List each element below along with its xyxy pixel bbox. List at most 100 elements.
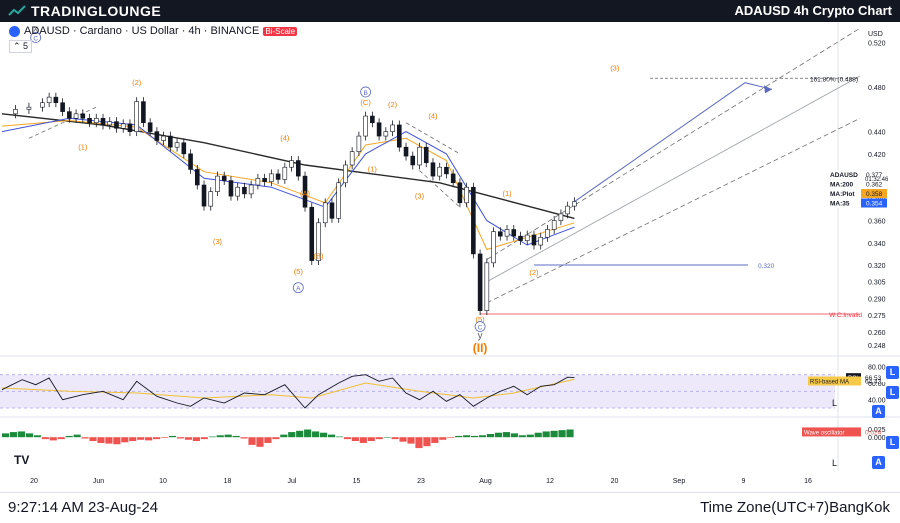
rsi-tick: 40.00	[868, 398, 886, 405]
indicator-count[interactable]: ⌃ 5	[9, 40, 33, 53]
price-tag-countdown: 01:32:46	[865, 177, 889, 183]
auto-scale-button-rsi[interactable]: A	[872, 405, 885, 418]
osc-bar	[105, 437, 113, 444]
x-tick: 16	[804, 478, 812, 485]
osc-bar	[494, 432, 503, 438]
candle-body	[295, 160, 301, 177]
candle-body	[410, 155, 416, 166]
candle-body	[390, 124, 395, 132]
price-tick: 0.290	[868, 296, 886, 303]
symbol-legend[interactable]: ADAUSD · Cardano · US Dollar · 4h · BINA…	[9, 25, 298, 37]
price-tag: MA:35 0.354	[828, 198, 887, 208]
osc-bar	[184, 437, 192, 440]
candle-body	[396, 124, 402, 148]
osc-bar	[391, 437, 399, 440]
price-tick: 0.320	[868, 263, 886, 270]
wave-label: (4)	[280, 134, 290, 143]
osc-bar	[486, 434, 495, 438]
candle-body	[262, 178, 267, 182]
candle-body	[437, 166, 443, 177]
osc-bar	[224, 434, 232, 438]
osc-bar	[288, 432, 296, 438]
candle-body	[484, 262, 490, 311]
price-tag-name: MA:200	[830, 182, 854, 189]
osc-bar	[89, 437, 97, 442]
candle-body	[498, 231, 503, 237]
bottom-banner: 9:27:14 AM 23-Aug-24 Time Zone(UTC+7)Ban…	[0, 492, 900, 523]
wave-label: (1)	[368, 165, 378, 174]
log-scale-button-price[interactable]: L	[886, 366, 899, 379]
price-tick: 0.480	[868, 85, 886, 92]
candle-body	[181, 142, 187, 155]
wave-label: (2)	[132, 78, 142, 87]
osc-bar	[558, 430, 566, 438]
osc-bar	[518, 435, 526, 438]
candle-body	[524, 234, 530, 241]
osc-bar	[81, 437, 89, 439]
osc-bar	[415, 437, 423, 449]
osc-bar	[264, 437, 272, 443]
osc-bar	[232, 435, 240, 438]
osc-bar	[97, 437, 105, 443]
headline: ADAUSD 4h Crypto Chart	[734, 3, 892, 18]
osc-bar	[478, 435, 487, 438]
wave-label: (3)	[415, 191, 425, 200]
candle-body	[558, 213, 564, 221]
candle-body	[349, 151, 355, 166]
top-banner: TRADINGLOUNGE ADAUSD 4h Crypto Chart	[0, 0, 900, 22]
x-tick: 20	[611, 478, 619, 485]
candle-body	[269, 173, 274, 182]
rsi-tick: 80.00	[868, 364, 886, 371]
trend-dashed	[405, 122, 461, 155]
x-tick: 15	[353, 478, 361, 485]
candle-body	[242, 186, 247, 195]
wave-label: (3)	[610, 63, 620, 72]
candle-body	[464, 186, 469, 204]
osc-bar	[335, 436, 344, 438]
candle-body	[80, 113, 86, 119]
osc-bar	[510, 433, 518, 438]
osc-bar	[176, 437, 185, 439]
price-tick: 0.360	[868, 219, 886, 226]
candle-body	[518, 235, 523, 241]
candle-body	[168, 135, 173, 148]
candle-body	[141, 101, 146, 124]
wave-label: (B)	[313, 251, 324, 260]
osc-bar	[145, 437, 153, 441]
osc-bar	[153, 437, 161, 440]
log-scale-button-rsi[interactable]: L	[886, 386, 899, 399]
osc-bar	[113, 437, 121, 445]
candle-body	[430, 162, 436, 177]
candle-body	[572, 201, 577, 207]
candle-body	[511, 229, 517, 237]
candle-body	[545, 229, 550, 238]
chart[interactable]: USD0.5200.4800.4400.4200.4000.3800.3600.…	[0, 22, 900, 492]
candle-body	[551, 220, 557, 230]
price-tick: 0.440	[868, 130, 886, 137]
log-scale-button-osc[interactable]: L	[886, 436, 899, 449]
candle-body	[174, 142, 180, 148]
projection-arrow-icon	[764, 85, 772, 94]
channel-upper	[486, 27, 861, 260]
osc-bar	[2, 433, 10, 438]
auto-scale-button-osc[interactable]: A	[872, 456, 885, 469]
wave-label: (3)	[213, 237, 223, 246]
brand: TRADINGLOUNGE	[8, 2, 161, 20]
osc-bar	[137, 437, 145, 440]
circled-wave-label: B	[363, 90, 367, 97]
candle-body	[235, 186, 240, 197]
osc-bar	[49, 437, 57, 441]
candle-body	[194, 169, 200, 186]
candle-body	[120, 123, 126, 129]
osc-bar	[375, 437, 383, 440]
candle-body	[87, 117, 92, 124]
osc-bar	[327, 434, 336, 438]
osc-bar	[359, 437, 367, 443]
x-tick: Jul	[288, 478, 297, 485]
osc-bar	[367, 437, 375, 442]
x-tick: 20	[30, 478, 38, 485]
price-tick: 0.275	[868, 313, 886, 320]
timezone: Time Zone(UTC+7)BangKok	[700, 499, 890, 516]
cardano-icon	[9, 25, 20, 37]
candle-body	[450, 173, 456, 184]
